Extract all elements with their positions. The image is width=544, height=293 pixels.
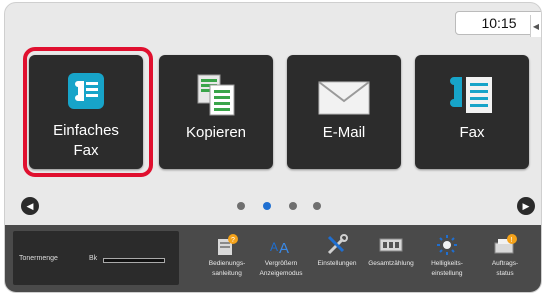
settings-tools-icon — [327, 234, 348, 255]
tool-label: Gesamtzählung — [368, 260, 414, 267]
manual-icon: ? — [218, 234, 238, 255]
manual-button[interactable]: ? Bedienungs-sanleitung — [199, 231, 255, 287]
tool-label: Vergrößern Anzeigemodus — [259, 260, 303, 277]
page-indicator-dot-active[interactable] — [263, 202, 271, 210]
counter-icon — [379, 238, 403, 252]
fax-icon — [450, 77, 492, 113]
tool-label: Einstellungen — [317, 260, 357, 267]
chevron-right-icon: ▶ — [522, 200, 530, 211]
tile-label: E-Mail — [322, 124, 366, 141]
svg-text:A: A — [270, 240, 278, 254]
copy-icon — [197, 74, 235, 116]
brightness-icon — [437, 235, 457, 255]
brightness-button[interactable]: Helligkeits-einstellung — [419, 231, 475, 287]
toner-status: Tonermenge Bk — [13, 231, 179, 285]
job-status-button[interactable]: ! Auftrags-status — [477, 231, 533, 287]
page-indicator-dot[interactable] — [289, 202, 297, 210]
selection-highlight — [23, 47, 153, 177]
page-indicator-dot[interactable] — [313, 202, 321, 210]
toner-color-label: Bk — [89, 255, 98, 262]
side-panel-toggle[interactable]: ◀ — [530, 15, 541, 37]
envelope-icon — [318, 81, 370, 115]
total-count-button[interactable]: Gesamtzählung — [363, 231, 419, 287]
tool-label: Helligkeits-einstellung — [431, 260, 463, 277]
next-page-button[interactable]: ▶ — [517, 197, 535, 215]
zoom-display-icon: A A — [270, 240, 289, 257]
svg-text:A: A — [279, 240, 289, 257]
clock-display: 10:15 — [455, 11, 541, 35]
tile-copy[interactable]: Kopieren — [159, 55, 273, 169]
toner-label: Tonermenge — [19, 255, 58, 262]
settings-button[interactable]: Einstellungen — [309, 231, 365, 287]
tool-label: Auftrags-status — [491, 260, 519, 277]
chevron-left-icon: ◀ — [26, 200, 34, 211]
job-status-icon: ! — [494, 234, 517, 254]
tile-label: Fax — [459, 124, 485, 141]
previous-page-button[interactable]: ◀ — [21, 197, 39, 215]
chevron-left-icon: ◀ — [532, 21, 540, 31]
page-indicator-dot[interactable] — [237, 202, 245, 210]
tile-email[interactable]: E-Mail — [287, 55, 401, 169]
tile-fax[interactable]: Fax — [415, 55, 529, 169]
time-label: 10:15 — [481, 15, 517, 31]
svg-text:!: ! — [511, 237, 513, 244]
toner-level-bar — [103, 258, 165, 263]
tile-label: Kopieren — [185, 124, 247, 141]
svg-text:?: ? — [231, 237, 235, 244]
zoom-display-button[interactable]: A A Vergrößern Anzeigemodus — [253, 231, 309, 287]
tool-label: Bedienungs-sanleitung — [208, 260, 246, 277]
home-screen: 10:15 ◀ Einfaches Fax Kopieren E-Mail Fa… — [4, 2, 542, 293]
